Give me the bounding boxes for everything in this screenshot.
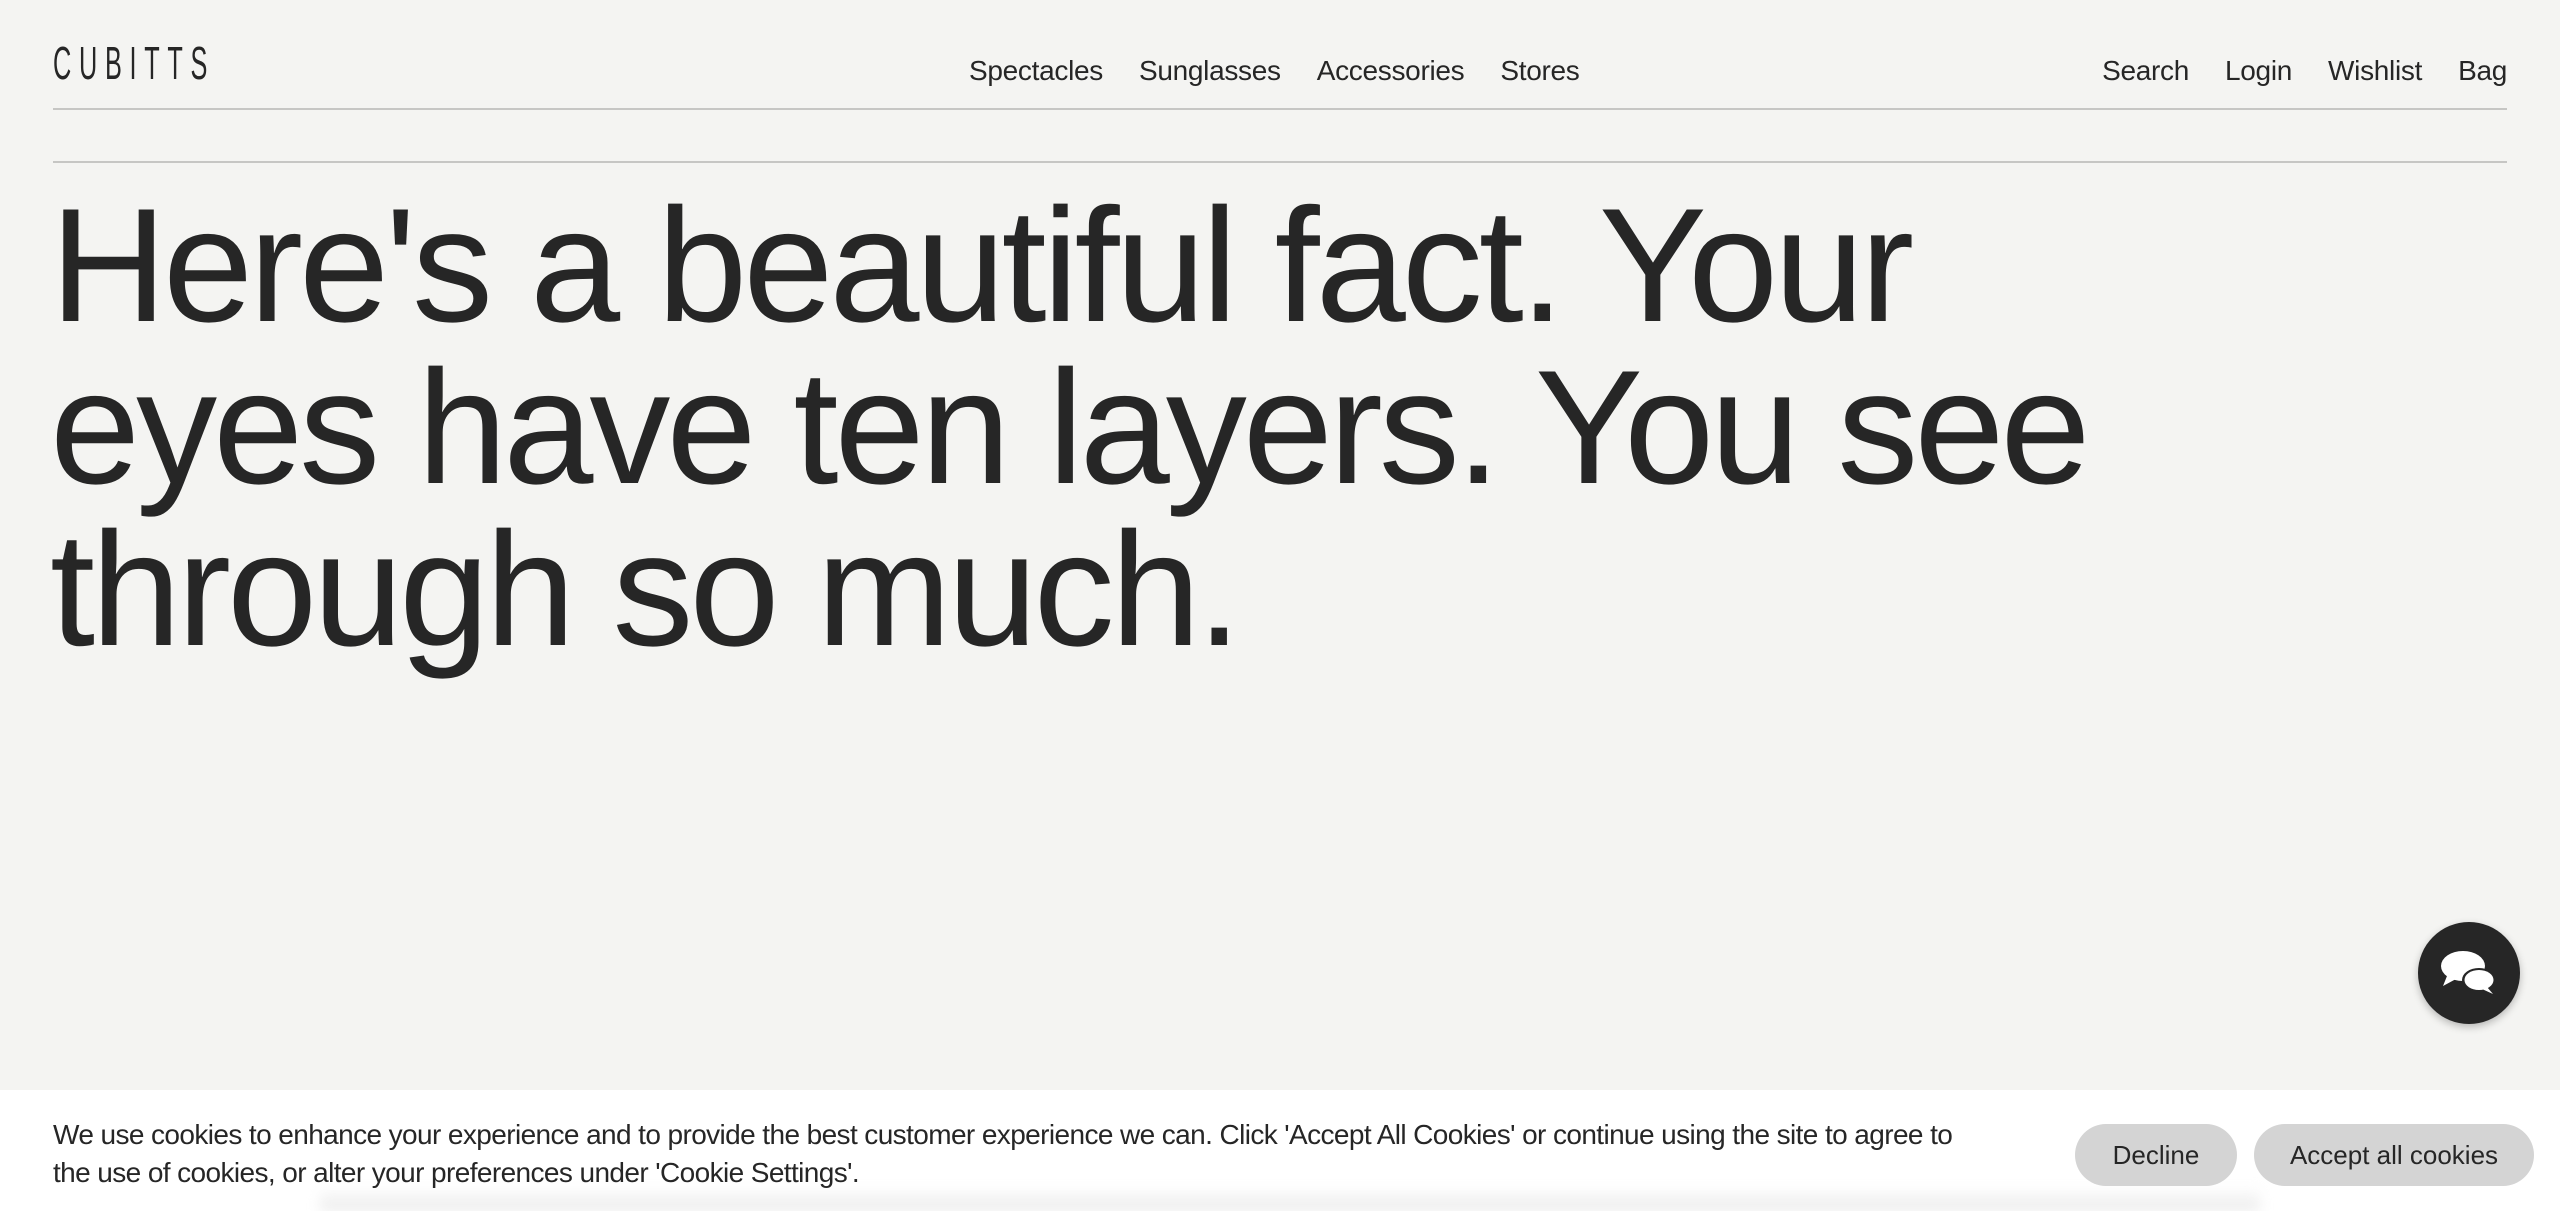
cookie-message-line: We use cookies to enhance your experienc…	[53, 1119, 1953, 1150]
utility-nav: Search Login Wishlist Bag	[2102, 54, 2507, 88]
cookie-message: We use cookies to enhance your experienc…	[53, 1116, 2043, 1192]
nav-accessories[interactable]: Accessories	[1317, 54, 1465, 88]
site-header: CUBITTS Spectacles Sunglasses Accessorie…	[53, 0, 2507, 110]
hero-headline: Here's a beautiful fact. Your eyes have …	[50, 175, 2091, 680]
nav-wishlist[interactable]: Wishlist	[2328, 54, 2422, 88]
nav-stores[interactable]: Stores	[1500, 54, 1579, 88]
section-divider	[53, 161, 2507, 163]
hero-headline-line: eyes have ten layers. You see	[50, 337, 2091, 518]
chat-bubbles-icon	[2441, 951, 2496, 994]
nav-spectacles[interactable]: Spectacles	[969, 54, 1103, 88]
cookie-message-line: the use of cookies, or alter your prefer…	[53, 1157, 860, 1188]
page: CUBITTS Spectacles Sunglasses Accessorie…	[0, 0, 2560, 1211]
accept-all-cookies-button[interactable]: Accept all cookies	[2254, 1124, 2534, 1186]
logo[interactable]: CUBITTS	[53, 40, 215, 86]
nav-sunglasses[interactable]: Sunglasses	[1139, 54, 1281, 88]
decline-cookies-button[interactable]: Decline	[2075, 1124, 2237, 1186]
header-divider	[53, 108, 2507, 110]
chat-button[interactable]	[2418, 922, 2520, 1024]
cookie-banner: We use cookies to enhance your experienc…	[0, 1090, 2560, 1211]
nav-search[interactable]: Search	[2102, 54, 2189, 88]
nav-bag[interactable]: Bag	[2458, 54, 2507, 88]
main-nav: Spectacles Sunglasses Accessories Stores	[969, 54, 1580, 88]
nav-login[interactable]: Login	[2225, 54, 2292, 88]
hero-headline-line: through so much.	[50, 499, 1242, 680]
hero-headline-line: Here's a beautiful fact. Your	[50, 175, 1914, 356]
